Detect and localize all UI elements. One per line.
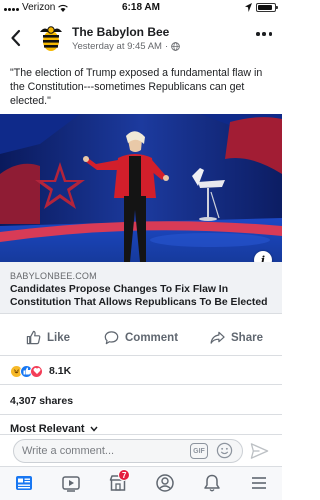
battery-fill [258, 5, 273, 10]
post-timestamp[interactable]: Yesterday at 9:45 AM [72, 41, 162, 52]
comment-composer: GIF [0, 434, 282, 466]
link-preview-card[interactable]: BABYLONBEE.COM Candidates Propose Change… [0, 262, 282, 314]
like-label: Like [47, 331, 71, 344]
post-header: The Babylon Bee Yesterday at 9:45 AM · [0, 18, 282, 58]
love-reaction-icon [30, 364, 43, 378]
share-icon [210, 331, 225, 344]
status-bar: Verizon 6:18 AM [0, 0, 282, 16]
send-icon[interactable] [250, 442, 269, 460]
article-image[interactable] [0, 114, 282, 262]
watch-icon[interactable] [61, 473, 81, 493]
post-actions: Like Comment Share [0, 324, 282, 356]
post-text: "The election of Trump exposed a fundame… [10, 67, 263, 107]
post-meta: Yesterday at 9:45 AM · [72, 41, 180, 52]
share-label: Share [231, 331, 263, 344]
marketplace-badge: 7 [118, 469, 131, 481]
comment-input[interactable] [22, 443, 187, 459]
gif-button[interactable]: GIF [190, 443, 208, 459]
page-name[interactable]: The Babylon Bee [72, 25, 169, 39]
news-feed-icon[interactable] [14, 473, 34, 493]
share-button[interactable]: Share [210, 330, 263, 345]
comment-icon [104, 331, 119, 345]
thumbs-up-icon [26, 330, 41, 345]
divider [0, 384, 282, 385]
status-right [245, 3, 278, 12]
menu-icon[interactable] [249, 473, 269, 493]
globe-icon [171, 42, 180, 51]
page-avatar[interactable] [36, 24, 66, 54]
status-time: 6:18 AM [122, 2, 160, 13]
like-button[interactable]: Like [26, 330, 70, 345]
profile-icon[interactable] [155, 473, 175, 493]
back-button[interactable] [8, 28, 24, 48]
location-icon [245, 3, 252, 12]
reaction-icons [10, 364, 43, 378]
sort-label: Most Relevant [10, 424, 85, 434]
emoji-icon[interactable] [216, 442, 233, 459]
comment-sort-dropdown[interactable]: Most Relevant [10, 424, 98, 434]
share-count[interactable]: 4,307 shares [10, 395, 73, 407]
notifications-icon[interactable] [202, 473, 222, 493]
comment-button[interactable]: Comment [104, 330, 178, 345]
comment-label: Comment [125, 331, 179, 344]
chevron-down-icon [90, 426, 98, 432]
divider [0, 414, 282, 415]
article-photo [0, 114, 282, 262]
link-domain: BABYLONBEE.COM [10, 271, 97, 281]
link-title: Candidates Propose Changes To Fix Flaw I… [10, 284, 268, 308]
comment-input-box[interactable]: GIF [13, 439, 243, 463]
meta-separator: · [164, 41, 169, 52]
bottom-navigation: 7 [0, 466, 282, 500]
reactions-summary[interactable]: 8.1K [10, 362, 71, 380]
more-options-button[interactable] [256, 32, 272, 38]
battery-icon [256, 3, 278, 12]
reaction-count: 8.1K [49, 365, 72, 377]
